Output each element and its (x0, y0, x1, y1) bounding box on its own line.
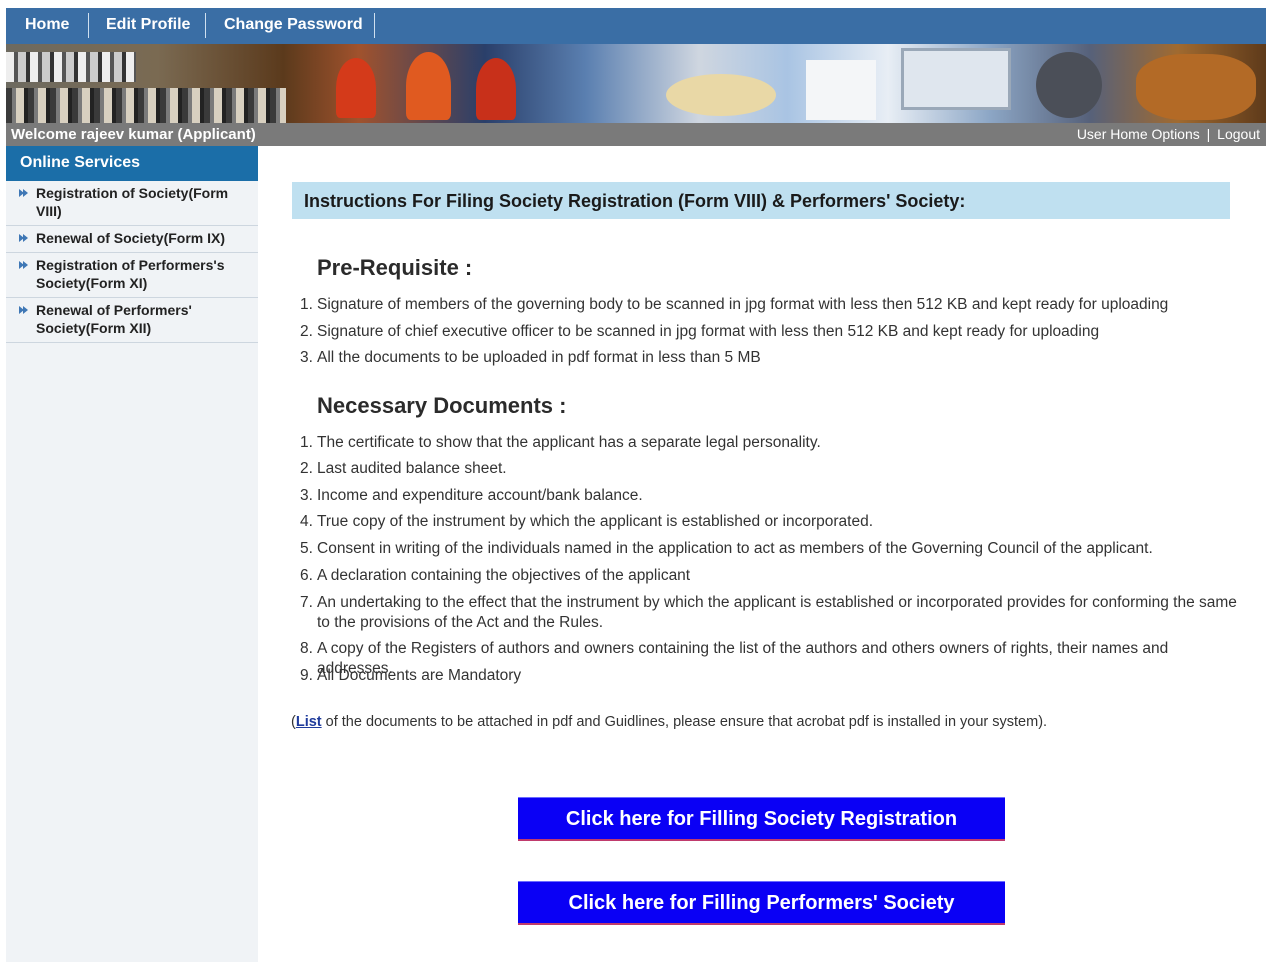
double-arrow-icon (19, 189, 28, 197)
dancer-graphic (406, 52, 451, 120)
prerequisite-heading: Pre-Requisite : (317, 255, 473, 280)
list-item: 6. A declaration containing the objective… (300, 567, 691, 584)
header-banner (6, 44, 1266, 123)
nav-divider (88, 13, 89, 38)
nav-change-password[interactable]: Change Password (224, 8, 363, 44)
palette-graphic (666, 74, 776, 116)
options-link[interactable]: Options (1152, 126, 1200, 142)
main-content: Instructions For Filing Society Registra… (258, 146, 1266, 962)
nav-home[interactable]: Home (25, 8, 69, 44)
sidebar-title: Online Services (6, 146, 258, 181)
sidebar-item-registration-society[interactable]: Registration of Society(Form VIII) (6, 181, 258, 226)
logout-link[interactable]: Logout (1217, 126, 1260, 142)
double-arrow-icon (19, 261, 28, 269)
list-item: 1. The certificate to show that the appli… (300, 434, 821, 451)
list-item: 7. An undertaking to the effect that the … (300, 594, 1237, 631)
link-separator: | (1206, 126, 1211, 142)
filling-society-registration-button[interactable]: Click here for Filling Society Registrat… (518, 797, 1005, 841)
bookshelf-graphic (6, 52, 136, 82)
double-arrow-icon (19, 234, 28, 242)
list-item: 2. Last audited balance sheet. (300, 460, 507, 477)
drum-graphic (1136, 54, 1256, 120)
sidebar-item-label: Renewal of Performers' Society(Form XII) (36, 302, 192, 336)
list-item: 3. All the documents to be uploaded in pd… (300, 349, 761, 366)
list-item: 4. True copy of the instrument by which t… (300, 513, 874, 530)
sidebar-item-registration-performers[interactable]: Registration of Performers's Society(For… (6, 253, 258, 298)
page-frame: Home Edit Profile Change Password Welcom… (6, 8, 1266, 962)
sidebar-item-label: Renewal of Society(Form IX) (36, 230, 226, 246)
list-item: 9. All Documents are Mandatory (300, 667, 522, 684)
list-item: 3. Income and expenditure account/bank ba… (300, 487, 643, 504)
sidebar: Online Services Registration of Society(… (6, 146, 258, 962)
user-links: User Home Options | Logout (1077, 123, 1260, 146)
nav-edit-profile[interactable]: Edit Profile (106, 8, 190, 44)
note-text: of the documents to be attached in pdf a… (321, 714, 1048, 730)
nav-divider (374, 13, 375, 38)
welcome-bar: Welcome rajeev kumar (Applicant) User Ho… (6, 123, 1266, 146)
welcome-text: Welcome rajeev kumar (Applicant) (11, 126, 256, 143)
double-arrow-icon (19, 306, 28, 314)
software-box-graphic (806, 60, 876, 120)
documents-list-link[interactable]: List (296, 714, 322, 730)
dancer-graphic (336, 58, 376, 118)
filling-performers-registration-button[interactable]: Click here for Filling Performers' Socie… (518, 881, 1005, 956)
list-item: 2. Signature of chief executive officer t… (300, 323, 1100, 340)
film-reel-graphic (1036, 52, 1102, 118)
user-home-link[interactable]: User Home (1077, 126, 1148, 142)
sidebar-item-label: Registration of Society(Form VIII) (36, 185, 229, 219)
dancer-graphic (476, 58, 516, 120)
list-item: 5. Consent in writing of the individuals … (300, 540, 1153, 557)
sidebar-item-renewal-society[interactable]: Renewal of Society(Form IX) (6, 226, 258, 253)
library-graphic (6, 88, 286, 123)
sidebar-item-renewal-performers[interactable]: Renewal of Performers' Society(Form XII) (6, 298, 258, 343)
top-nav: Home Edit Profile Change Password (6, 8, 1266, 44)
necessary-documents-heading: Necessary Documents : (317, 393, 567, 418)
instructions-title: Instructions For Filing Society Registra… (304, 191, 966, 211)
instructions-header: Instructions For Filing Society Registra… (292, 182, 1230, 219)
sidebar-item-label: Registration of Performers's Society(For… (36, 257, 225, 291)
nav-divider (205, 13, 206, 38)
computer-graphic (901, 48, 1011, 110)
list-item: 1. Signature of members of the governing … (300, 296, 1169, 313)
documents-note: (List of the documents to be attached in… (291, 714, 1047, 730)
